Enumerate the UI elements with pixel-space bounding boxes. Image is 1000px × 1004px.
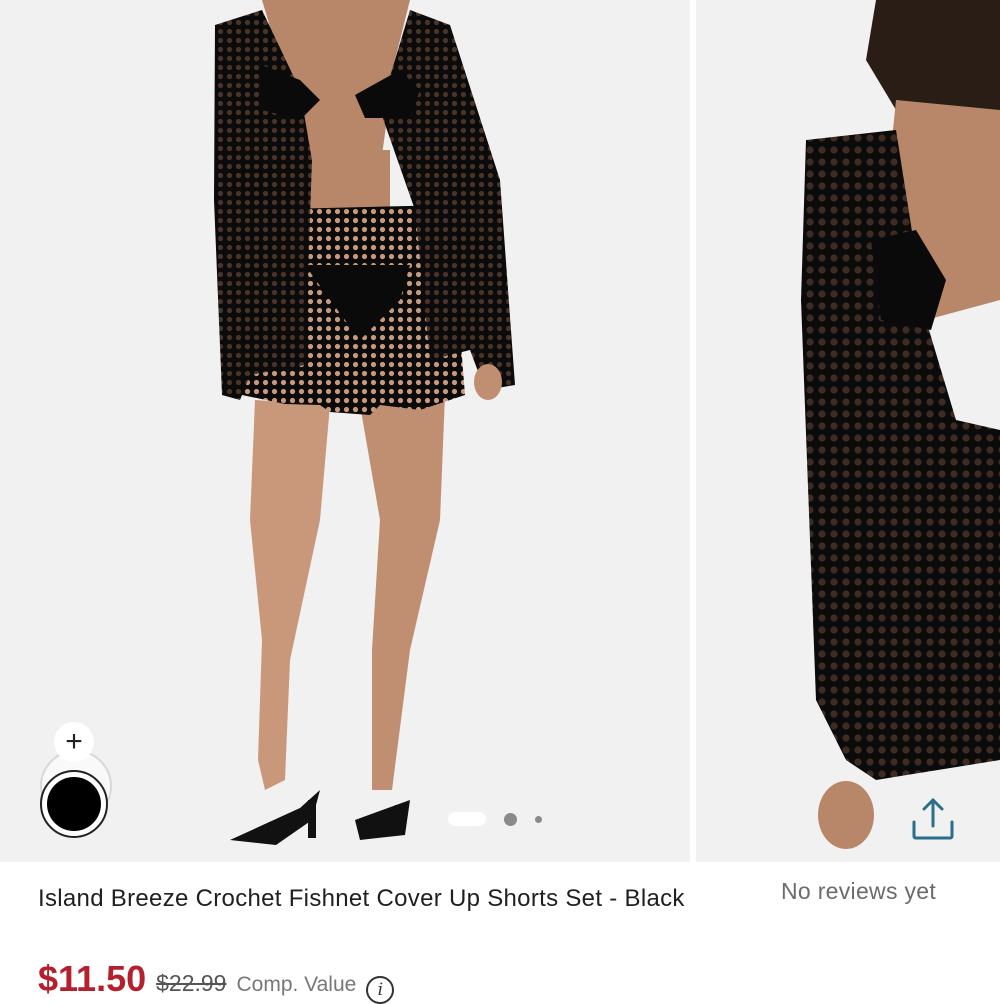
pagination-dot[interactable] [535, 815, 542, 823]
carousel-pagination [448, 811, 542, 827]
share-icon [912, 798, 954, 840]
product-image-carousel[interactable]: + [0, 0, 1000, 862]
color-swatch-black[interactable] [40, 770, 108, 838]
comp-value-label: Comp. Value [236, 973, 357, 996]
swatch-fill [47, 777, 101, 831]
sale-price: $11.50 [38, 958, 147, 999]
product-image-next[interactable] [696, 0, 1000, 862]
color-swatch-selector: + [36, 722, 112, 842]
original-price: $22.99 [156, 970, 227, 996]
share-button[interactable] [908, 794, 958, 844]
product-title: Island Breeze Crochet Fishnet Cover Up S… [38, 885, 685, 912]
model-photo-closeup [696, 0, 1000, 862]
plus-icon[interactable]: + [54, 722, 94, 762]
pagination-dot[interactable] [504, 812, 517, 826]
price-row: $11.50 $22.99 Comp. Value i [38, 958, 395, 1004]
reviews-link[interactable]: No reviews yet [781, 878, 936, 905]
pagination-dot-active[interactable] [448, 812, 486, 826]
